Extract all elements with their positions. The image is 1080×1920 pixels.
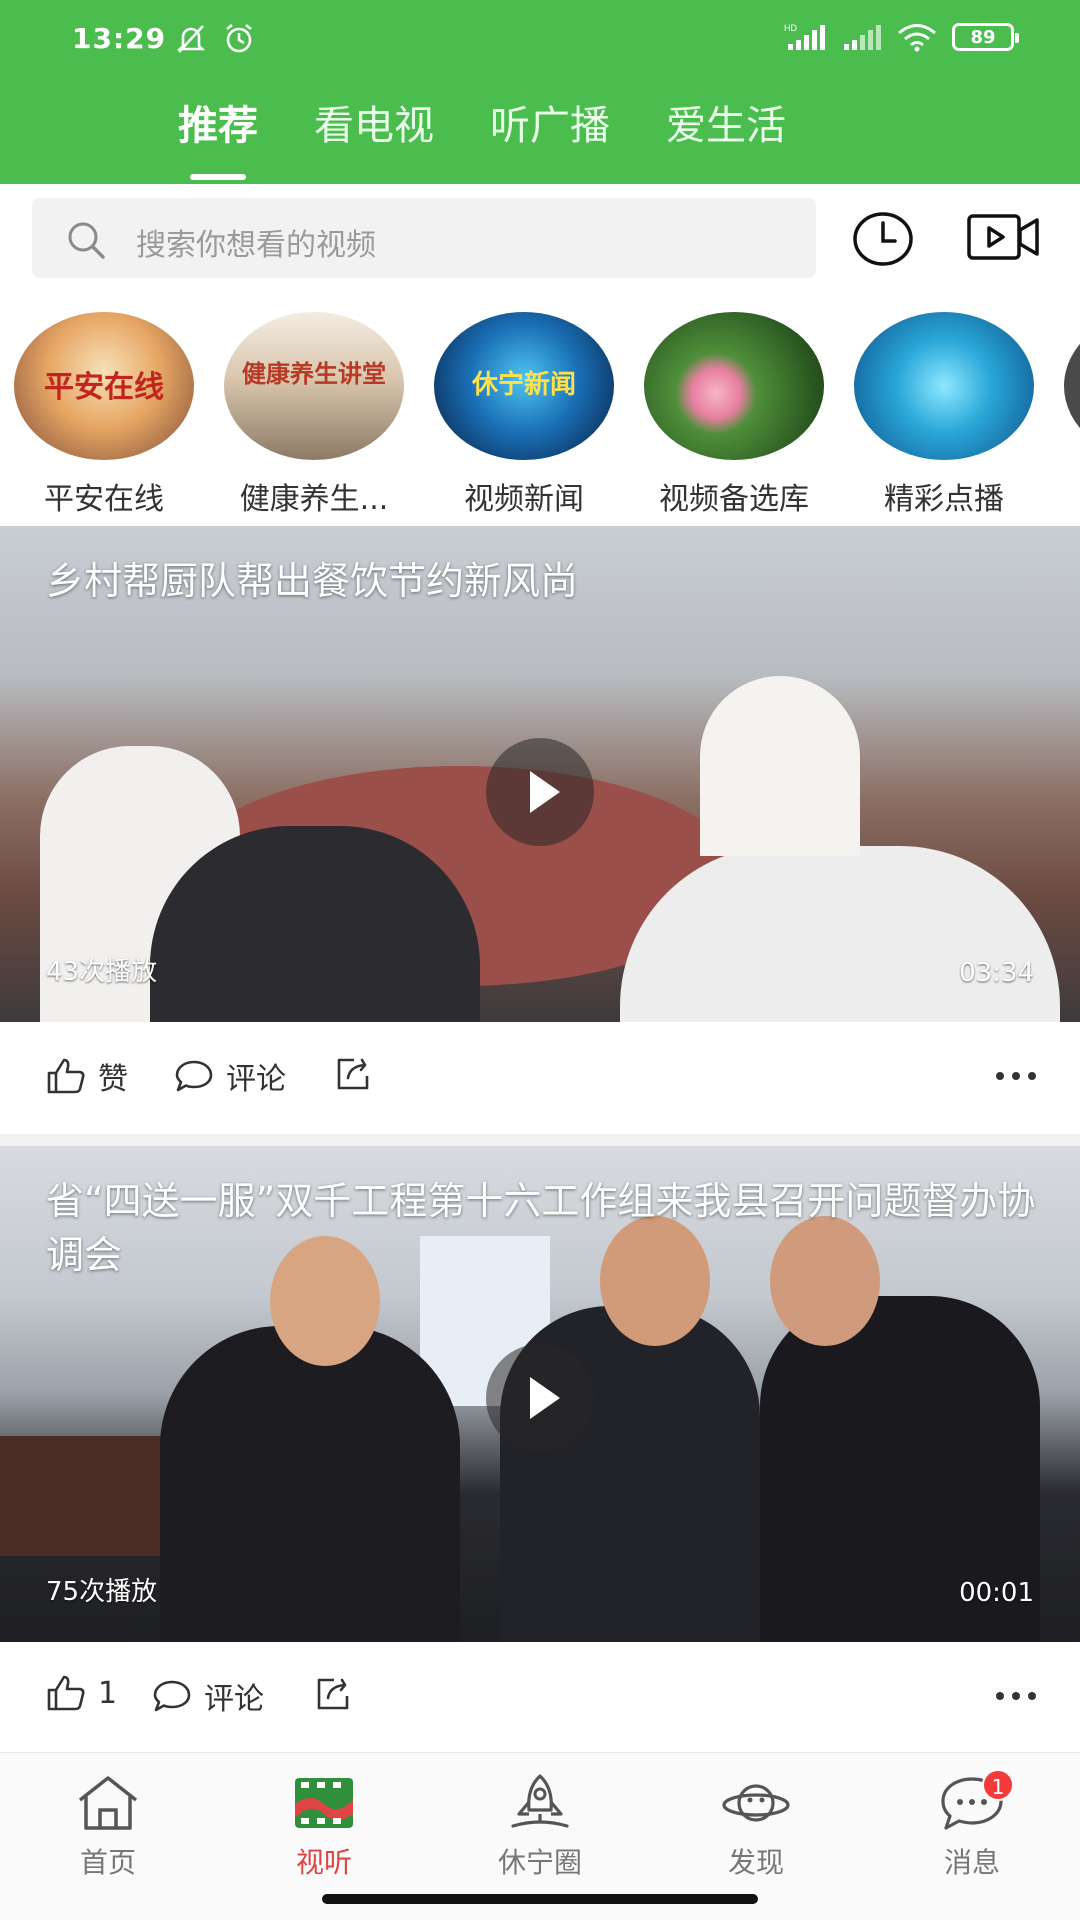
channel-label: 娱: [1054, 474, 1080, 518]
top-tabs: 推荐 看电视 听广播 爱生活: [150, 96, 814, 180]
play-icon[interactable]: [486, 738, 594, 846]
status-left-icons: [174, 22, 256, 56]
channel-thumbnail: [644, 312, 824, 460]
status-time: 13:29: [72, 22, 167, 55]
signal-icon: [844, 25, 881, 50]
thumbs-up-icon: [47, 1058, 85, 1094]
nav-xiuning-circle[interactable]: 休宁圈: [432, 1771, 648, 1881]
message-badge: 1: [982, 1769, 1014, 1801]
comment-button[interactable]: 评论: [174, 1054, 286, 1098]
video-duration: 03:34: [959, 958, 1034, 988]
home-indicator[interactable]: [322, 1894, 758, 1904]
channel-label: 视频备选库: [659, 482, 809, 517]
video-action-bar: 1 评论: [0, 1642, 1080, 1754]
status-right-icons: HD 89: [784, 22, 1019, 52]
video-title: 乡村帮厨队帮出餐饮节约新风尚: [46, 559, 579, 603]
channel-item[interactable]: 视频备选库: [634, 312, 834, 518]
channel-label: 健康养生...: [239, 482, 389, 517]
channel-thumb-text: 健康养生讲堂: [242, 360, 386, 388]
like-button[interactable]: 1: [46, 1674, 117, 1712]
nav-home[interactable]: 首页: [0, 1771, 216, 1881]
more-options-icon[interactable]: [996, 1692, 1036, 1700]
channel-list: 平安在线 平安在线 健康养生讲堂 健康养生... 休宁新闻 视频新闻 视频备选库…: [0, 300, 1080, 526]
channel-item[interactable]: 平安在线 平安在线: [4, 312, 204, 518]
tab-watch-tv[interactable]: 看电视: [286, 96, 462, 156]
search-row: 搜索你想看的视频: [0, 184, 1080, 292]
play-icon[interactable]: [486, 1344, 594, 1452]
video-card[interactable]: 乡村帮厨队帮出餐饮节约新风尚 43次播放 03:34 赞 评论: [0, 526, 1080, 1146]
channel-thumbnail: 健康养生讲堂: [224, 312, 404, 460]
divider: [0, 1134, 1080, 1146]
tab-life[interactable]: 爱生活: [638, 96, 814, 156]
like-button[interactable]: 赞: [46, 1054, 128, 1098]
channel-label: 精彩点播: [884, 482, 1004, 517]
video-camera-icon[interactable]: [966, 212, 1040, 262]
comment-label: 评论: [204, 1682, 264, 1717]
search-icon: [68, 222, 105, 259]
share-button[interactable]: [334, 1054, 374, 1092]
video-card[interactable]: 省“四送一服”双千工程第十六工作组来我县召开问题督办协调会 75次播放 00:0…: [0, 1146, 1080, 1754]
comment-icon: [153, 1680, 191, 1712]
history-clock-icon[interactable]: [852, 210, 914, 268]
chat-icon: 1: [864, 1769, 1080, 1835]
comment-button[interactable]: 评论: [152, 1674, 264, 1718]
channel-label: 平安在线: [44, 482, 164, 517]
battery-indicator: 89: [952, 23, 1019, 51]
thumbs-up-icon: [47, 1675, 85, 1711]
like-label: 赞: [98, 1062, 128, 1097]
svg-text:HD: HD: [784, 23, 797, 33]
channel-item[interactable]: 娱: [1054, 312, 1080, 518]
nav-label: 消息: [943, 1846, 1000, 1879]
search-placeholder: 搜索你想看的视频: [136, 228, 376, 263]
share-icon: [337, 1058, 369, 1090]
nav-discover[interactable]: 发现: [648, 1771, 864, 1881]
person-shape: [700, 676, 860, 856]
channel-thumb-text: 休宁新闻: [471, 370, 576, 400]
video-duration: 00:01: [959, 1578, 1034, 1608]
nav-label: 发现: [727, 1846, 784, 1879]
play-count: 43次播放: [46, 957, 158, 987]
channel-label: 视频新闻: [464, 482, 584, 517]
rocket-icon: [432, 1771, 648, 1835]
play-count: 75次播放: [46, 1577, 158, 1607]
channel-thumbnail: [1064, 312, 1080, 460]
channel-item[interactable]: 健康养生讲堂 健康养生...: [214, 312, 414, 518]
status-bar: 13:29 HD 89: [0, 0, 1080, 80]
video-thumbnail[interactable]: 乡村帮厨队帮出餐饮节约新风尚 43次播放 03:34: [0, 526, 1080, 1022]
nav-audiovisual[interactable]: 视听: [216, 1771, 432, 1881]
video-action-bar: 赞 评论: [0, 1022, 1080, 1134]
comment-icon: [175, 1060, 213, 1092]
nav-label: 休宁圈: [497, 1846, 582, 1879]
channel-thumbnail: [854, 312, 1034, 460]
app-header: 13:29 HD 89 推荐 看电视 听广播 爱生活: [0, 0, 1080, 184]
tab-recommend[interactable]: 推荐: [150, 96, 286, 180]
share-icon: [317, 1678, 349, 1710]
hd-signal-icon: HD: [784, 23, 825, 50]
video-thumbnail[interactable]: 省“四送一服”双千工程第十六工作组来我县召开问题督办协调会 75次播放 00:0…: [0, 1146, 1080, 1642]
alarm-icon: [226, 23, 252, 53]
more-options-icon[interactable]: [996, 1072, 1036, 1080]
film-icon: [216, 1771, 432, 1835]
comment-label: 评论: [226, 1062, 286, 1097]
share-button[interactable]: [314, 1674, 354, 1712]
wifi-icon: [898, 24, 936, 52]
tab-radio[interactable]: 听广播: [462, 96, 638, 156]
like-count: 1: [98, 1675, 118, 1711]
mute-bell-icon: [176, 25, 206, 53]
video-title: 省“四送一服”双千工程第十六工作组来我县召开问题督办协调会: [46, 1179, 1036, 1277]
channel-thumb-text: 平安在线: [44, 370, 164, 405]
battery-level: 89: [970, 26, 996, 48]
nav-label: 视听: [295, 1846, 352, 1879]
channel-item[interactable]: 精彩点播: [844, 312, 1044, 518]
nav-messages[interactable]: 1 消息: [864, 1769, 1080, 1881]
channel-thumbnail: 平安在线: [14, 312, 194, 460]
person-shape: [160, 1326, 460, 1642]
search-input[interactable]: 搜索你想看的视频: [32, 198, 816, 278]
planet-icon: [648, 1771, 864, 1835]
nav-label: 首页: [79, 1846, 136, 1879]
channel-thumbnail: 休宁新闻: [434, 312, 614, 460]
channel-item[interactable]: 休宁新闻 视频新闻: [424, 312, 624, 518]
home-icon: [0, 1771, 216, 1835]
